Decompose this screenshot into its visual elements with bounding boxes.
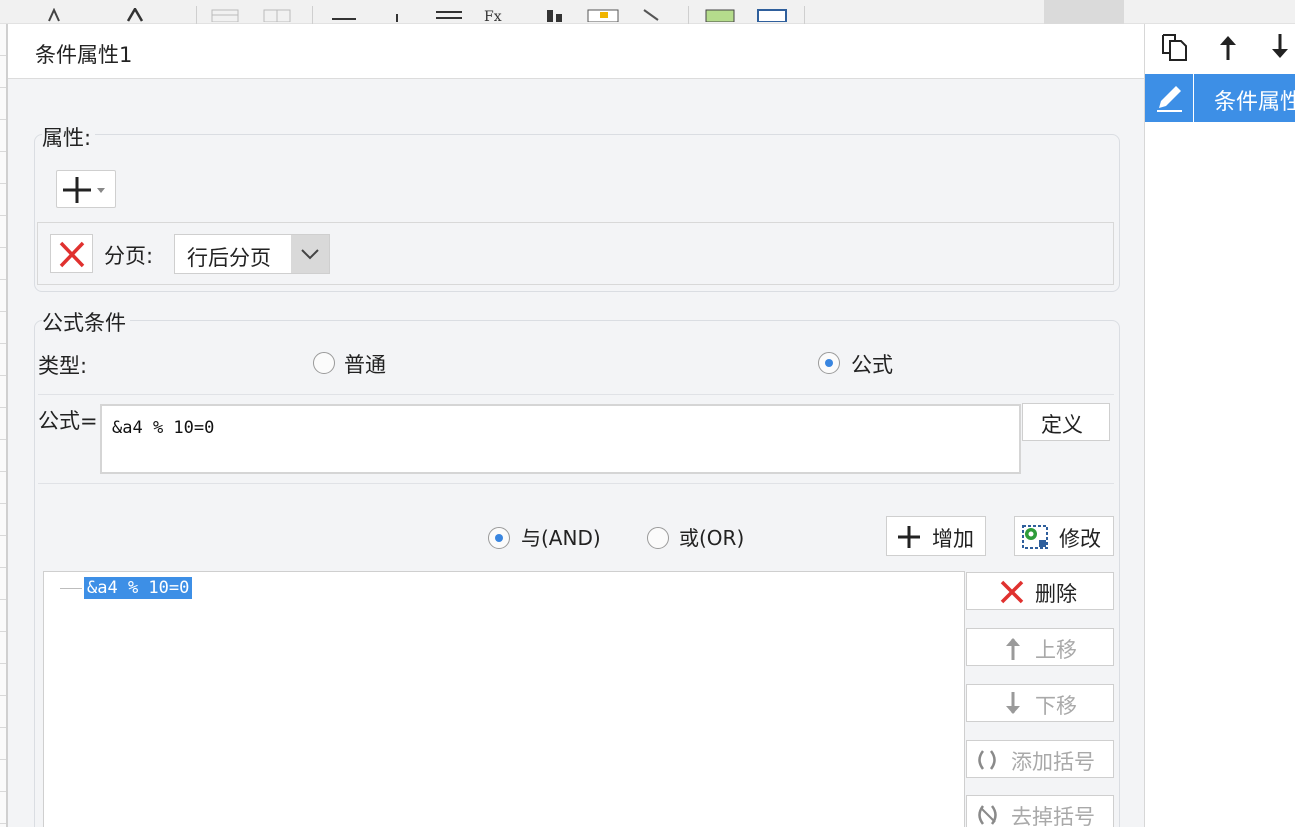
condition-panel-item[interactable]: 条件属性1 xyxy=(1145,74,1295,122)
copy-icon[interactable] xyxy=(1159,32,1193,62)
dialog-header: 条件属性1 xyxy=(8,24,1144,79)
pagination-select-value: 行后分页 xyxy=(187,246,271,270)
remove-attribute-button[interactable] xyxy=(50,234,93,273)
tree-connector xyxy=(60,588,82,589)
type-formula-radio[interactable] xyxy=(818,352,840,374)
plus-small-icon[interactable] xyxy=(390,8,404,22)
image-icon[interactable] xyxy=(586,8,620,22)
plus-icon xyxy=(63,177,105,203)
toolbar-separator xyxy=(196,6,197,24)
logic-and-radio[interactable] xyxy=(488,527,510,549)
logic-and-label[interactable]: 与(AND) xyxy=(521,522,601,551)
pagination-select[interactable]: 行后分页 xyxy=(174,234,330,274)
parentheses-icon xyxy=(978,750,996,770)
arrow-down-icon[interactable] xyxy=(1267,32,1293,62)
formula-input[interactable]: &a4 % 10=0 xyxy=(100,404,1021,474)
condition-panel-item-label: 条件属性1 xyxy=(1214,90,1295,115)
move-down-button[interactable]: 下移 xyxy=(966,684,1114,722)
attributes-legend: 属性: xyxy=(42,122,96,152)
divider xyxy=(38,394,1114,395)
define-button[interactable]: 定义 xyxy=(1022,403,1110,441)
condition-list-item[interactable]: &a4 % 10=0 xyxy=(84,577,193,599)
toolbar-separator xyxy=(312,6,313,24)
svg-text:Fx: Fx xyxy=(484,9,502,22)
type-formula-label[interactable]: 公式 xyxy=(851,349,893,379)
dialog-title: 条件属性1 xyxy=(35,43,133,67)
table-icon[interactable] xyxy=(210,8,240,22)
add-condition-label: 增加 xyxy=(932,527,974,551)
dropdown-caret-icon xyxy=(97,188,105,193)
plus-icon xyxy=(898,526,920,548)
arrow-up-icon[interactable] xyxy=(1215,32,1241,62)
modify-condition-label: 修改 xyxy=(1059,527,1101,551)
remove-parentheses-icon xyxy=(978,805,997,825)
type-label: 类型: xyxy=(38,354,88,378)
modify-gear-icon xyxy=(1022,525,1048,549)
chevron-down-icon xyxy=(301,249,319,260)
arrow-down-icon xyxy=(1006,692,1020,714)
cursor-icon[interactable] xyxy=(640,8,664,22)
add-parentheses-button[interactable]: 添加括号 xyxy=(966,740,1114,778)
main-toolbar: Fx xyxy=(0,0,1295,24)
type-normal-label[interactable]: 普通 xyxy=(344,349,386,379)
move-down-label: 下移 xyxy=(1035,694,1077,718)
type-normal-radio[interactable] xyxy=(313,352,335,374)
remove-parentheses-button[interactable]: 去掉括号 xyxy=(966,795,1114,827)
move-up-label: 上移 xyxy=(1035,638,1077,662)
align-icon[interactable] xyxy=(434,8,464,22)
toolbar-separator xyxy=(688,6,689,24)
toolbar-separator xyxy=(804,6,805,24)
close-icon xyxy=(59,241,85,268)
function-icon[interactable]: Fx xyxy=(482,8,516,22)
pagination-label: 分页: xyxy=(104,244,154,268)
delete-condition-label: 删除 xyxy=(1035,582,1077,606)
add-parentheses-label: 添加括号 xyxy=(1011,750,1095,774)
move-up-button[interactable]: 上移 xyxy=(966,628,1114,666)
spreadsheet-grid-edge xyxy=(0,24,7,827)
grid-icon[interactable] xyxy=(262,8,292,22)
edit-button[interactable] xyxy=(1145,74,1194,122)
condition-list-panel: 条件属性1 xyxy=(1144,24,1295,827)
arrow-up-icon xyxy=(1006,638,1020,660)
format-painter-icon[interactable] xyxy=(46,8,64,22)
toolbar-shaded-area xyxy=(1044,0,1124,24)
add-condition-button[interactable]: 增加 xyxy=(886,516,986,556)
condition-attributes-dialog: 条件属性1 属性: 分页: 行后分页 公式条件 类型: 普通 公式 公式= &a… xyxy=(7,24,1144,827)
green-block-icon[interactable] xyxy=(704,8,736,22)
frame-icon[interactable] xyxy=(756,8,788,22)
divider xyxy=(38,483,1114,484)
add-attribute-button[interactable] xyxy=(56,170,116,208)
minus-icon[interactable] xyxy=(330,8,358,22)
font-color-icon[interactable] xyxy=(124,8,146,22)
select-arrow-button[interactable] xyxy=(291,235,329,273)
modify-condition-button[interactable]: 修改 xyxy=(1014,516,1114,556)
formula-condition-legend: 公式条件 xyxy=(42,307,130,337)
formula-label: 公式= xyxy=(38,409,98,433)
pencil-icon xyxy=(1157,86,1182,112)
formula-input-value: &a4 % 10=0 xyxy=(112,418,215,438)
remove-parentheses-label: 去掉括号 xyxy=(1011,805,1095,827)
close-icon xyxy=(1000,580,1024,604)
delete-condition-button[interactable]: 删除 xyxy=(966,572,1114,610)
condition-list[interactable]: &a4 % 10=0 xyxy=(43,571,965,827)
logic-or-label[interactable]: 或(OR) xyxy=(679,522,744,551)
bar-chart-icon[interactable] xyxy=(544,8,568,22)
define-button-label: 定义 xyxy=(1041,413,1083,437)
logic-or-radio[interactable] xyxy=(647,527,669,549)
